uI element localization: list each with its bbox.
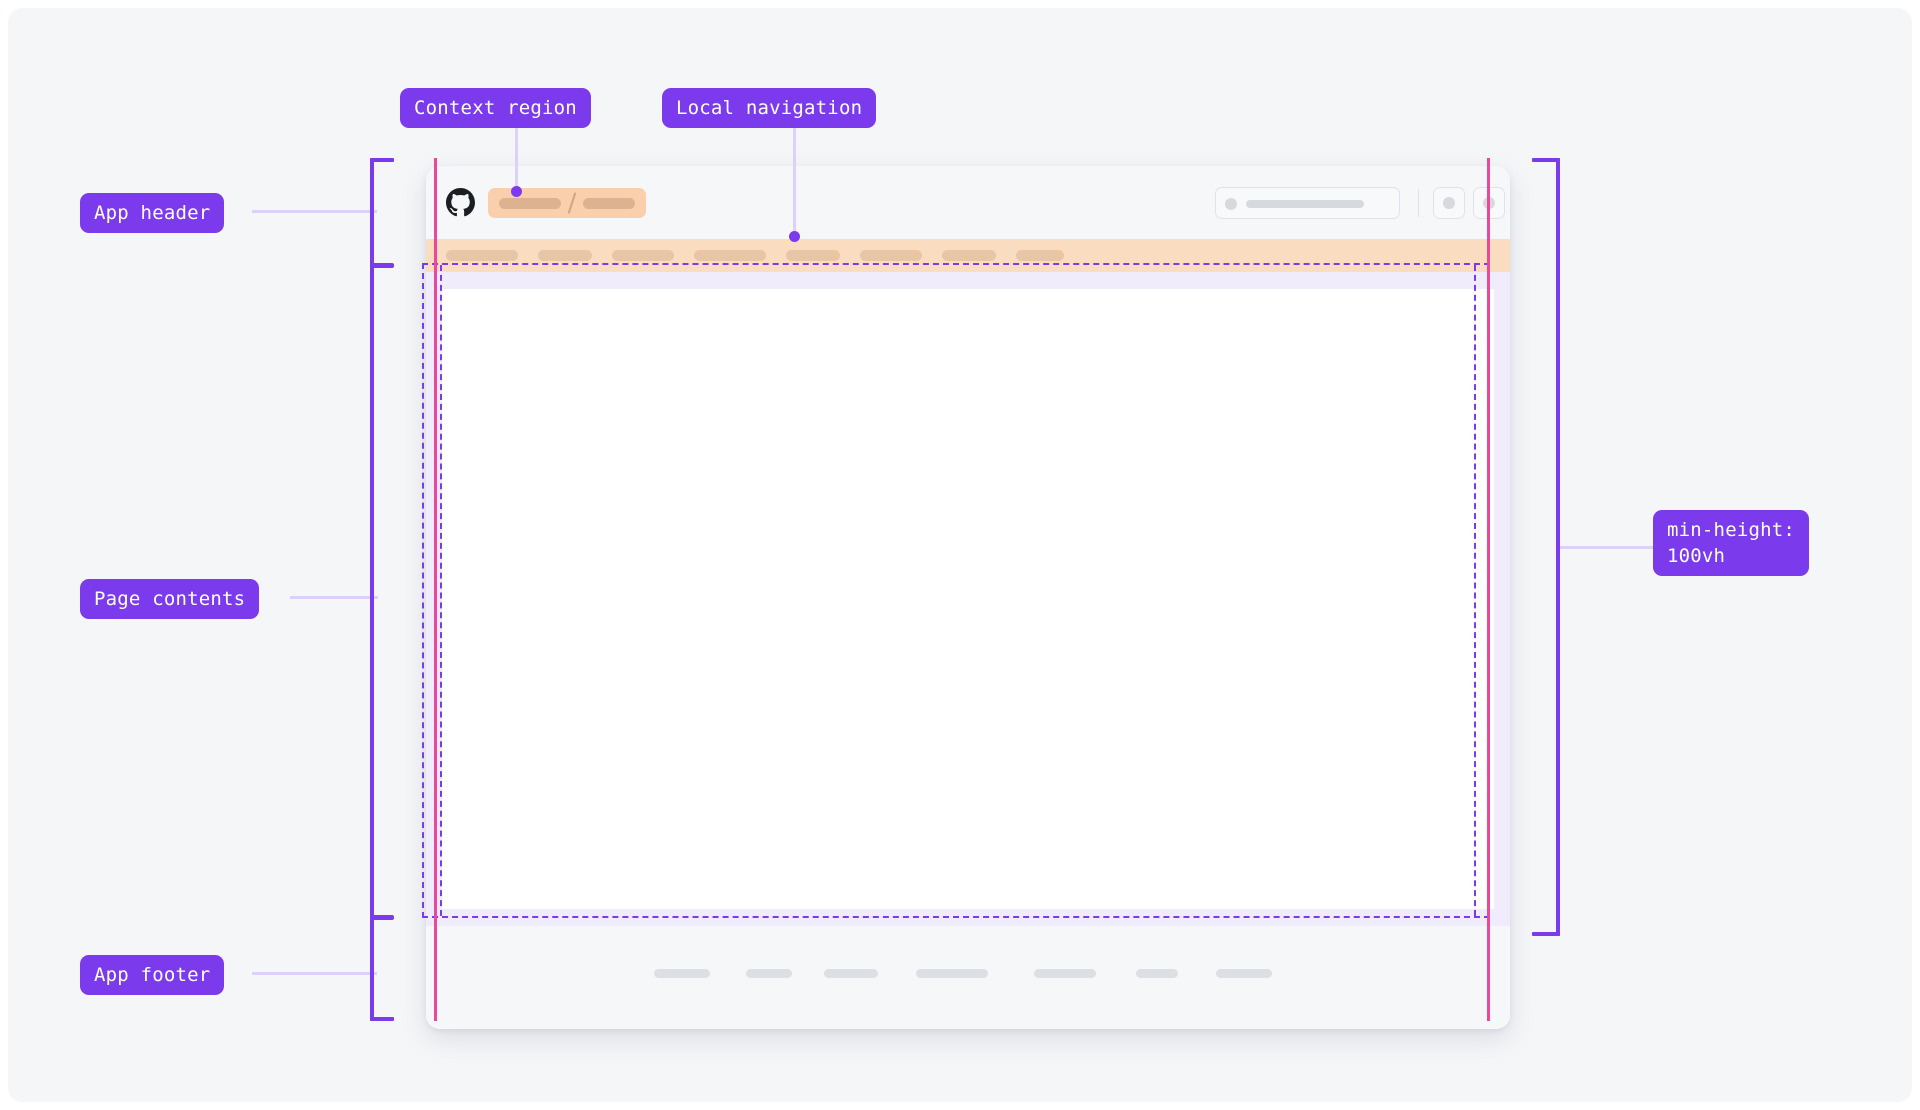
action-icon-1	[1443, 197, 1455, 209]
leader-app-footer	[252, 972, 377, 975]
local-nav-item[interactable]	[786, 250, 840, 261]
local-nav-item[interactable]	[612, 250, 674, 261]
local-nav-item[interactable]	[942, 250, 996, 261]
footer-link[interactable]	[1136, 969, 1178, 978]
callout-min-height: min-height: 100vh	[1653, 510, 1810, 576]
context-owner-placeholder[interactable]	[499, 198, 561, 209]
app-footer	[426, 926, 1510, 1029]
app-header	[426, 166, 1510, 239]
page-contents-dashed-outline	[422, 263, 1490, 918]
leader-page-contents	[290, 596, 378, 599]
footer-link[interactable]	[1034, 969, 1096, 978]
callout-app-header: App header	[80, 193, 225, 233]
callout-local-navigation: Local navigation	[662, 88, 877, 128]
leader-app-header	[252, 210, 377, 213]
search-icon	[1225, 198, 1237, 210]
local-nav-item[interactable]	[860, 250, 922, 261]
leader-min-height	[1558, 546, 1656, 549]
callout-context-region: Context region	[400, 88, 591, 128]
left-bracket	[370, 158, 400, 1021]
callout-app-footer: App footer	[80, 955, 225, 995]
callout-page-contents: Page contents	[80, 579, 260, 619]
local-nav-item[interactable]	[694, 250, 766, 261]
local-nav-item[interactable]	[1016, 250, 1064, 261]
footer-link[interactable]	[1216, 969, 1272, 978]
header-divider	[1418, 189, 1419, 217]
leader-local-navigation	[793, 128, 796, 236]
leader-context-region	[515, 128, 518, 188]
context-repo-placeholder[interactable]	[583, 198, 635, 209]
footer-link[interactable]	[654, 969, 710, 978]
header-action-button-1[interactable]	[1433, 187, 1465, 219]
github-logo-icon	[446, 188, 475, 217]
context-separator-slash	[567, 192, 577, 214]
local-nav-item[interactable]	[446, 250, 518, 261]
right-bracket	[1530, 158, 1560, 936]
gutter-rule-left	[434, 158, 437, 1021]
local-nav-item[interactable]	[538, 250, 592, 261]
footer-link[interactable]	[746, 969, 792, 978]
leader-dot-context-region	[511, 186, 522, 197]
leader-dot-local-navigation	[789, 231, 800, 242]
search-placeholder-bar	[1246, 200, 1364, 208]
contents-inner-guide-right	[1474, 265, 1476, 916]
gutter-rule-right	[1487, 158, 1490, 1021]
contents-inner-guide-left	[440, 265, 442, 916]
footer-link[interactable]	[916, 969, 988, 978]
footer-link[interactable]	[824, 969, 878, 978]
search-input[interactable]	[1215, 187, 1400, 219]
